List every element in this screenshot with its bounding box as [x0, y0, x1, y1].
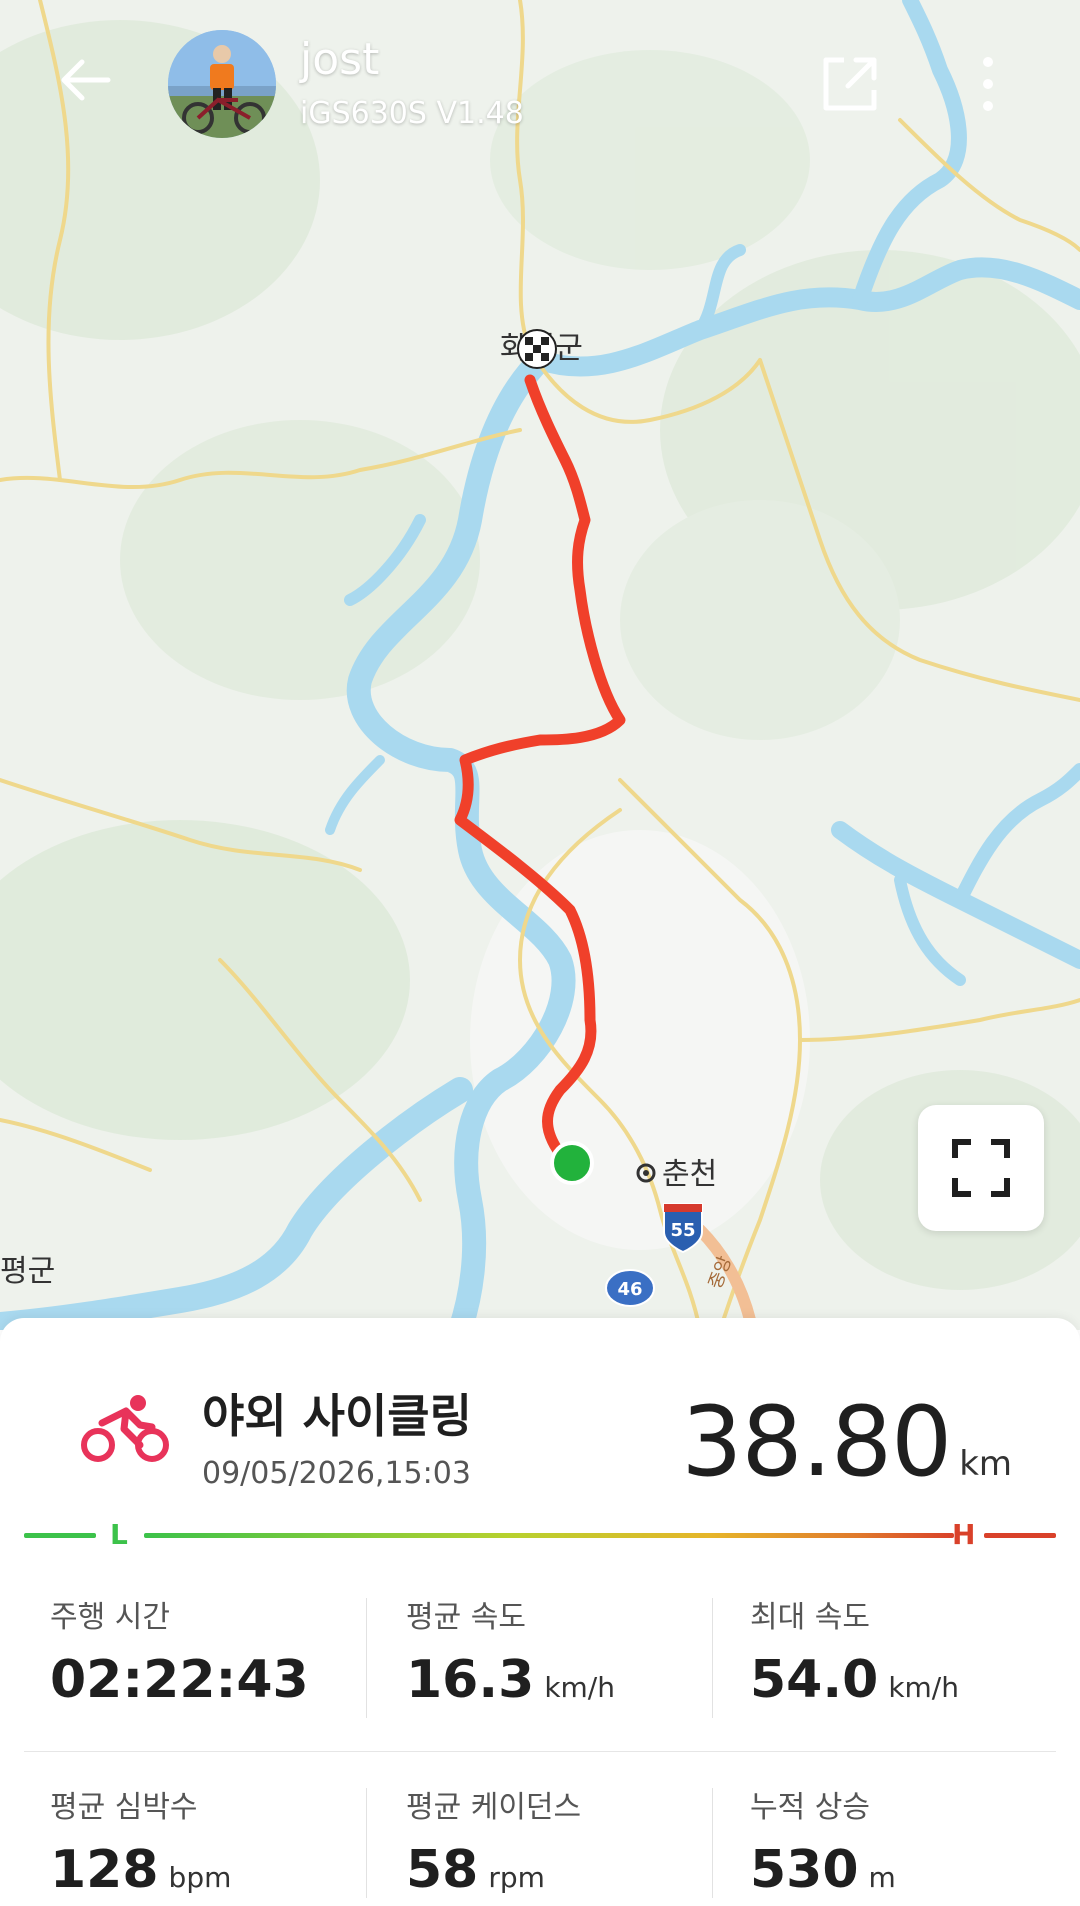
intensity-bar: L H	[24, 1516, 1056, 1556]
stat-avg-heart-rate: 평균 심박수 128 bpm	[50, 1782, 350, 1900]
intensity-gradient	[144, 1533, 954, 1538]
user-name[interactable]: jost	[300, 34, 379, 85]
stat-value: 02:22:43	[50, 1650, 309, 1710]
cycling-icon	[81, 1395, 169, 1462]
stat-label: 누적 상승	[750, 1790, 870, 1825]
divider	[712, 1788, 713, 1898]
stat-label: 평균 속도	[406, 1600, 526, 1635]
more-options-button[interactable]	[968, 52, 1008, 116]
map-label-chuncheon: 춘천	[662, 1157, 717, 1192]
avatar-photo	[168, 30, 276, 138]
intensity-bar-high-segment	[984, 1533, 1056, 1538]
stat-avg-cadence: 평균 케이던스 58 rpm	[406, 1782, 706, 1900]
finish-flag-icon	[517, 329, 557, 369]
city-area	[470, 830, 810, 1250]
distance-unit: km	[959, 1444, 1012, 1484]
city-marker-dot	[643, 1170, 649, 1176]
start-marker	[550, 1141, 594, 1185]
more-vertical-icon	[983, 57, 993, 111]
stat-unit: km/h	[888, 1671, 959, 1704]
stat-label: 평균 케이던스	[406, 1790, 582, 1825]
divider	[712, 1598, 713, 1718]
stat-label: 주행 시간	[50, 1600, 170, 1635]
avatar[interactable]	[168, 30, 276, 138]
divider	[366, 1598, 367, 1718]
stat-unit: rpm	[488, 1861, 545, 1894]
stat-unit: bpm	[168, 1861, 232, 1894]
stat-avg-speed: 평균 속도 16.3 km/h	[406, 1592, 706, 1710]
top-bar: jost iGS630S V1.48	[0, 0, 1080, 170]
activity-type: 야외 사이클링	[202, 1389, 472, 1443]
stat-value: 530	[750, 1840, 859, 1900]
fullscreen-icon	[952, 1139, 1010, 1197]
row-divider	[24, 1751, 1056, 1752]
stat-elevation-gain: 누적 상승 530 m	[750, 1782, 1050, 1900]
stat-value: 16.3	[406, 1650, 535, 1710]
back-arrow-icon	[61, 59, 111, 101]
stat-unit: km/h	[544, 1671, 615, 1704]
activity-datetime: 09/05/2026,15:03	[202, 1456, 471, 1491]
back-button[interactable]	[56, 50, 116, 110]
stat-value: 58	[406, 1840, 479, 1900]
stat-label: 평균 심박수	[50, 1790, 198, 1825]
stat-value: 128	[50, 1840, 159, 1900]
stat-unit: m	[868, 1861, 896, 1894]
intensity-high-label: H	[952, 1518, 976, 1551]
divider	[366, 1788, 367, 1898]
stat-max-speed: 최대 속도 54.0 km/h	[750, 1592, 1050, 1710]
distance-value: 38.80	[681, 1386, 952, 1498]
stat-value: 54.0	[750, 1650, 879, 1710]
distance: 38.80 km	[681, 1386, 1012, 1498]
road-46-number: 46	[617, 1279, 642, 1300]
activity-summary-panel: 야외 사이클링 09/05/2026,15:03 38.80 km L H 주행 …	[0, 1318, 1080, 1906]
expressway-number: 55	[670, 1220, 695, 1241]
stat-duration: 주행 시간 02:22:43	[50, 1592, 350, 1710]
share-icon	[823, 57, 877, 111]
intensity-bar-low-segment	[24, 1533, 96, 1538]
road-46-shield: 46	[605, 1269, 655, 1307]
intensity-low-label: L	[110, 1518, 128, 1551]
fullscreen-button[interactable]	[918, 1105, 1044, 1231]
stat-label: 최대 속도	[750, 1600, 870, 1635]
map-label-gapyeong: 평군	[0, 1254, 55, 1289]
device-name: iGS630S V1.48	[300, 96, 524, 131]
share-button[interactable]	[818, 52, 882, 116]
